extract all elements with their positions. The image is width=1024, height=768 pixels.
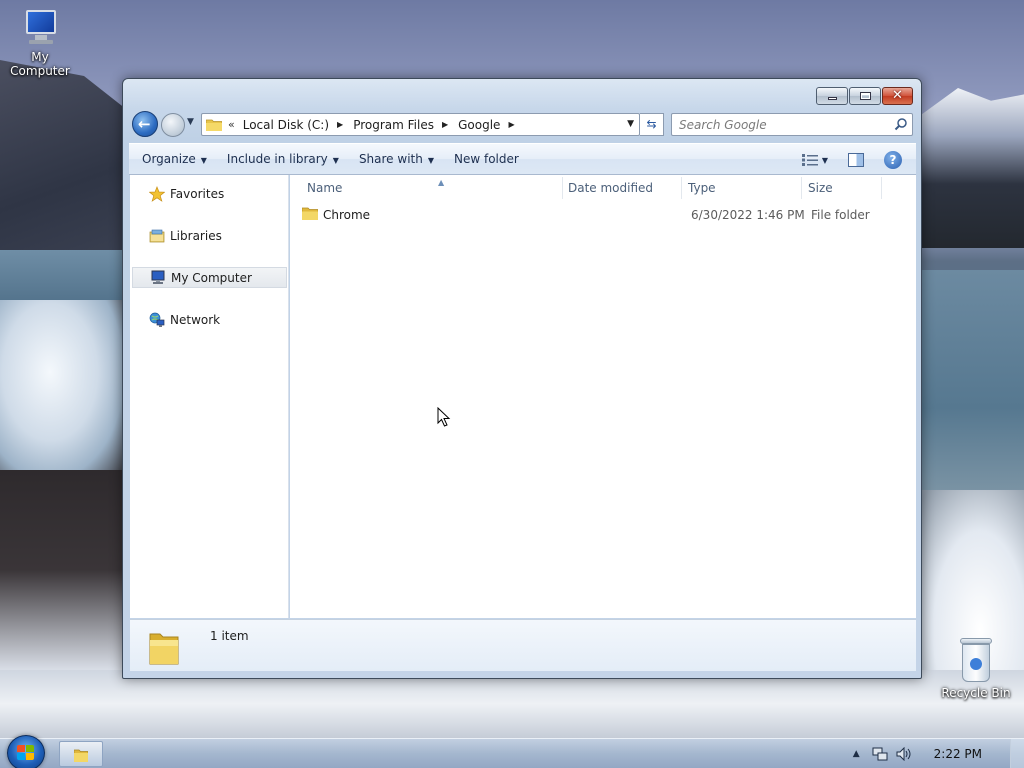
breadcrumb-overflow[interactable]: « [228,118,235,131]
folder-icon [74,749,88,762]
desktop-icon-label: My Computer [10,50,70,78]
include-in-library-button[interactable]: Include in library ▼ [227,152,349,166]
column-label: Name [307,181,343,195]
window-controls: ✕ [816,87,913,105]
column-header-name[interactable]: Name ▲ [301,177,563,199]
search-icon[interactable] [894,117,908,131]
computer-icon [151,270,165,284]
column-header-date-modified[interactable]: Date modified [562,177,682,199]
new-folder-button[interactable]: New folder [454,152,529,166]
chevron-down-icon: ▼ [200,156,207,165]
column-header-size[interactable]: Size [802,177,882,199]
nav-item-label: My Computer [171,270,252,285]
search-box[interactable] [671,113,913,136]
computer-icon [20,8,60,48]
views-icon[interactable] [801,154,818,166]
address-dropdown-icon[interactable]: ▼ [627,119,634,129]
back-arrow-icon: ← [138,115,151,133]
maximize-button[interactable] [849,87,881,105]
file-type: File folder [811,208,870,222]
breadcrumb-separator-icon[interactable]: ▶ [442,120,448,129]
windows-logo-icon [17,745,35,761]
sort-ascending-icon: ▲ [438,178,445,187]
wallpaper-mountain [914,88,1024,248]
column-label: Size [808,181,833,195]
desktop-icon-label: Recycle Bin [941,686,1011,700]
navigation-pane: Favorites Libraries My Computer Network [130,175,289,618]
file-row[interactable]: Chrome 6/30/2022 1:46 PM File folder [302,205,902,227]
close-button[interactable]: ✕ [882,87,913,105]
wallpaper-water [914,270,1024,500]
show-hidden-icons-icon[interactable]: ▲ [853,749,860,759]
nav-item-network[interactable]: Network [132,309,287,330]
explorer-window[interactable]: ✕ ← ▼ « Local Disk (C:) ▶ Program Files … [122,78,922,679]
address-bar[interactable]: « Local Disk (C:) ▶ Program Files ▶ Goog… [201,113,640,136]
new-folder-label: New folder [454,152,519,166]
refresh-icon: ⇆ [646,117,657,131]
minimize-icon [828,97,837,100]
wallpaper-mountain [0,60,140,260]
views-dropdown-icon[interactable]: ▼ [822,156,828,165]
folder-icon [149,633,179,665]
nav-item-my-computer[interactable]: My Computer [132,267,287,288]
file-date-modified: 6/30/2022 1:46 PM [691,208,805,222]
libraries-icon [149,229,165,242]
chevron-down-icon: ▼ [427,156,434,165]
breadcrumb-local-disk[interactable]: Local Disk (C:) [243,118,329,132]
details-pane: 1 item [130,619,916,671]
search-input[interactable] [672,114,882,135]
command-bar: Organize ▼ Include in library ▼ Share with… [129,143,916,175]
refresh-button[interactable]: ⇆ [640,113,664,136]
folder-icon [302,207,318,220]
preview-pane-icon[interactable] [848,153,864,167]
file-list: Name ▲ Date modified Type Size Chrome 6/… [290,175,916,618]
folder-icon [206,119,222,131]
breadcrumb-google[interactable]: Google [458,118,500,132]
network-icon [149,312,165,327]
volume-icon[interactable] [896,747,912,761]
nav-item-label: Libraries [170,228,222,243]
chevron-down-icon: ▼ [332,156,339,165]
nav-item-label: Favorites [170,186,225,201]
file-name: Chrome [323,208,371,222]
nav-item-label: Network [170,312,221,327]
clock[interactable]: 2:22 PM [934,747,982,761]
taskbar: ▲ 2:22 PM [0,735,1024,768]
item-count: 1 item [210,629,249,643]
forward-button[interactable] [161,113,185,137]
mouse-cursor-icon [437,407,451,427]
wallpaper-ice [0,670,1024,738]
taskbar-explorer-button[interactable] [59,741,103,767]
column-label: Type [688,181,716,195]
star-icon [149,185,165,202]
back-button[interactable]: ← [132,111,158,137]
recycle-bin-icon [958,638,994,684]
share-with-button[interactable]: Share with ▼ [359,152,444,166]
wallpaper-rocks [0,470,125,670]
wallpaper-ice [0,300,125,480]
organize-label: Organize [142,152,196,166]
breadcrumb-program-files[interactable]: Program Files [353,118,434,132]
minimize-button[interactable] [816,87,848,105]
system-tray: ▲ 2:22 PM [853,739,1024,768]
column-label: Date modified [568,181,654,195]
show-desktop-button[interactable] [1010,739,1024,768]
maximize-icon [860,92,871,100]
network-status-icon[interactable] [872,747,888,761]
close-icon: ✕ [892,88,903,103]
organize-button[interactable]: Organize ▼ [142,152,217,166]
breadcrumb-separator-icon[interactable]: ▶ [508,120,514,129]
column-header-type[interactable]: Type [682,177,802,199]
recent-pages-dropdown[interactable]: ▼ [187,117,194,127]
include-in-library-label: Include in library [226,152,328,166]
share-with-label: Share with [358,152,423,166]
start-button[interactable] [7,735,45,768]
nav-item-favorites[interactable]: Favorites [132,183,287,204]
breadcrumb-separator-icon[interactable]: ▶ [337,120,343,129]
nav-item-libraries[interactable]: Libraries [132,225,287,246]
help-icon[interactable]: ? [884,151,902,169]
desktop-icon-recycle-bin[interactable]: Recycle Bin [936,638,1016,700]
desktop-icon-my-computer[interactable]: My Computer [0,8,80,78]
